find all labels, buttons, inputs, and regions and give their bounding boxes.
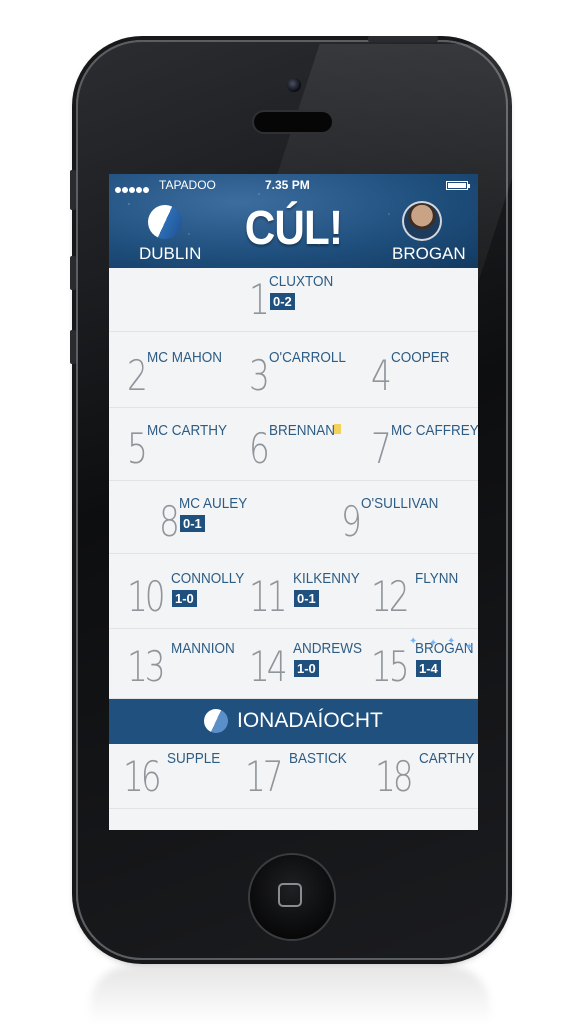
player-cell-1[interactable]: 1 CLUXTON 0-2 (249, 268, 369, 331)
score-badge: 0-1 (180, 515, 205, 532)
player-name[interactable]: BROGAN (392, 244, 466, 264)
sparkle-icon: ✦ (465, 642, 474, 653)
sparkle-icon: ✦ (477, 650, 478, 661)
power-button (368, 36, 438, 42)
player-avatar[interactable] (402, 201, 442, 241)
sparkle-icon: ✦ (447, 636, 456, 647)
lineup-row: 8 MC AULEY 0-1 9 O'SULLIVAN (109, 480, 478, 554)
substitutes-label: IONADAÍOCHT (237, 709, 383, 732)
jersey-number: 12 (371, 572, 410, 621)
player-cell-11[interactable]: 11 KILKENNY 0-1 (249, 553, 369, 628)
player-cell-7[interactable]: 7 MC CAFFREY (371, 407, 478, 480)
jersey-number: 16 (123, 752, 162, 801)
jersey-number: 4 (371, 351, 392, 400)
player-name-label: CONNOLLY (171, 570, 245, 587)
score-badge: 1-0 (172, 590, 197, 607)
jersey-number: 18 (375, 752, 414, 801)
player-cell-15[interactable]: 15BROGAN1-4✦✦✦✦✦ (371, 628, 478, 698)
player-name-label: O'SULLIVAN (361, 495, 439, 512)
player-cell-10[interactable]: 10 CONNOLLY 1-0 (127, 553, 247, 628)
player-name-label: MC AULEY (179, 495, 248, 512)
sparkle-icon: ✦ (429, 638, 438, 649)
lineup-row: 1 CLUXTON 0-2 (109, 268, 478, 332)
yellow-card-icon (334, 424, 341, 434)
player-name-label: MC CARTHY (147, 422, 228, 439)
jersey-number: 10 (127, 572, 166, 621)
player-name-label: MANNION (171, 640, 235, 657)
front-camera (287, 78, 301, 92)
player-cell-5[interactable]: 5 MC CARTHY (127, 407, 247, 480)
score-badge: 0-1 (294, 590, 319, 607)
jersey-number: 1 (249, 275, 270, 324)
lineup-row: 10 CONNOLLY 1-0 11 KILKENNY 0-1 12 FLYNN (109, 553, 478, 629)
sparkle-icon: ✦ (409, 636, 418, 647)
volume-up-button (70, 256, 76, 290)
battery-icon (446, 181, 470, 190)
jersey-number: 6 (249, 424, 270, 473)
signal-strength-icon (115, 182, 150, 196)
mute-switch (70, 170, 76, 210)
lineup-row: 2 MC MAHON 3 O'CARROLL 4 COOPER (109, 331, 478, 408)
player-name-label: BRENNAN (269, 422, 336, 439)
app-header: TAPADOO 7.35 PM DUBLIN CÚL! BROGAN (109, 174, 478, 268)
status-bar: TAPADOO 7.35 PM (115, 178, 472, 194)
score-badge: 1-0 (294, 660, 319, 677)
player-name-label: BASTICK (289, 750, 347, 767)
player-cell-2[interactable]: 2 MC MAHON (127, 331, 247, 407)
substitutes-row: 16 SUPPLE 17 BASTICK 18 CARTHY (109, 744, 478, 809)
jersey-number: 14 (249, 642, 288, 691)
lineup-row: 13MANNION14ANDREWS1-015BROGAN1-4✦✦✦✦✦ (109, 628, 478, 699)
score-badge: 1-4 (416, 660, 441, 677)
jersey-number: 9 (341, 497, 362, 546)
score-badge: 0-2 (270, 293, 295, 310)
phone-reflection (90, 966, 490, 1024)
player-name-label: MC CAFFREY (391, 422, 478, 439)
clock: 7.35 PM (265, 178, 310, 192)
jersey-number: 8 (159, 497, 180, 546)
app-screen: TAPADOO 7.35 PM DUBLIN CÚL! BROGAN IONAD… (109, 174, 478, 830)
home-square-icon (278, 883, 302, 907)
jersey-number: 7 (371, 424, 392, 473)
player-cell-4[interactable]: 4 COOPER (371, 331, 478, 407)
player-name-label: SUPPLE (167, 750, 221, 767)
jersey-number: 5 (127, 424, 148, 473)
player-cell-6[interactable]: 6 BRENNAN (249, 407, 369, 480)
player-cell-18[interactable]: 18 CARTHY (375, 744, 478, 808)
player-cell-14[interactable]: 14 ANDREWS 1-0 (249, 628, 369, 698)
jersey-number: 11 (249, 572, 288, 621)
jersey-number: 15 (371, 642, 410, 691)
player-cell-3[interactable]: 3 O'CARROLL (249, 331, 369, 407)
player-name-label: CARTHY (419, 750, 475, 767)
player-cell-13[interactable]: 13 MANNION (127, 628, 247, 698)
player-cell-17[interactable]: 17 BASTICK (245, 744, 365, 808)
player-name-label: O'CARROLL (269, 349, 346, 366)
earpiece (254, 112, 332, 132)
player-name-label: MC MAHON (147, 349, 222, 366)
player-name-label: FLYNN (415, 570, 459, 587)
lineup-row: 5 MC CARTHY 6 BRENNAN 7 MC CAFFREY (109, 407, 478, 481)
substitutes-header: IONADAÍOCHT (109, 698, 478, 744)
volume-down-button (70, 330, 76, 364)
jersey-number: 3 (249, 351, 270, 400)
home-button[interactable] (250, 855, 334, 939)
carrier-name: TAPADOO (159, 178, 216, 192)
jersey-number: 2 (127, 351, 148, 400)
player-cell-12[interactable]: 12 FLYNN (371, 553, 478, 628)
player-cell-16[interactable]: 16 SUPPLE (123, 744, 243, 808)
jersey-number: 17 (245, 752, 284, 801)
player-name-label: ANDREWS (293, 640, 363, 657)
player-name-label: COOPER (391, 349, 450, 366)
jersey-number: 13 (127, 642, 166, 691)
player-name-label: CLUXTON (269, 273, 334, 290)
player-name-label: KILKENNY (293, 570, 360, 587)
dublin-crest-icon (200, 705, 232, 737)
player-cell-9[interactable]: 9 O'SULLIVAN (341, 480, 461, 553)
player-cell-8[interactable]: 8 MC AULEY 0-1 (159, 480, 279, 553)
